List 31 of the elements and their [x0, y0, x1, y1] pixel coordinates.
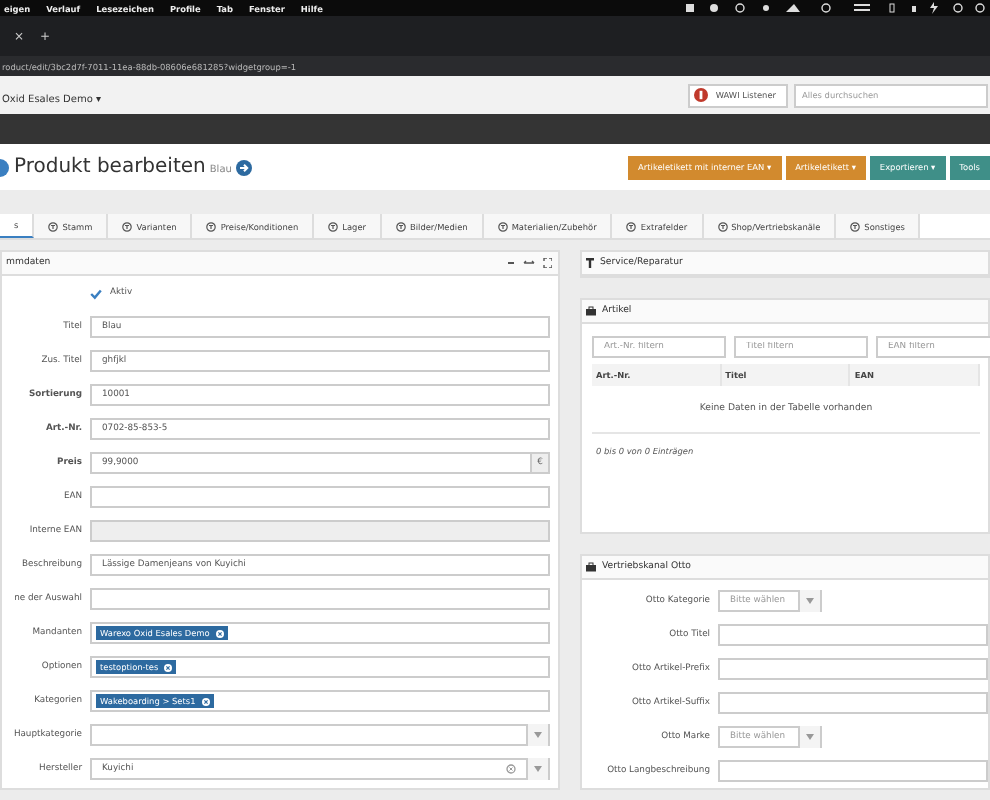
caret-icon [806, 598, 814, 604]
tab-icon [206, 221, 217, 231]
caret-icon [534, 766, 542, 772]
text-field[interactable] [718, 760, 988, 782]
page-title: Produkt bearbeiten [14, 156, 206, 178]
caret-icon [806, 734, 814, 740]
tab-icon [717, 221, 728, 231]
text-field[interactable] [718, 692, 988, 714]
caret-icon [534, 732, 542, 738]
text-field[interactable] [90, 486, 550, 508]
remove-icon[interactable] [164, 663, 173, 671]
briefcase-icon [586, 562, 596, 572]
status-icon [693, 88, 708, 102]
text-field[interactable] [90, 588, 550, 610]
clear-icon[interactable] [506, 764, 516, 774]
tab-icon [48, 221, 59, 231]
checkbox[interactable] [90, 287, 102, 299]
tab-icon [497, 221, 508, 231]
window-controls-drawing[interactable] [508, 258, 552, 268]
tab-icon [328, 221, 339, 231]
select-field[interactable] [90, 724, 550, 746]
tab-icon [850, 221, 861, 231]
briefcase-icon [586, 306, 596, 316]
tab-icon [396, 221, 406, 231]
text-field[interactable] [718, 624, 988, 646]
remove-icon[interactable] [215, 629, 224, 637]
tab-icon [626, 221, 637, 231]
text-field[interactable] [718, 658, 988, 680]
arrow-right-icon[interactable] [235, 159, 252, 175]
remove-icon[interactable] [201, 697, 210, 705]
tab-icon [122, 221, 133, 231]
